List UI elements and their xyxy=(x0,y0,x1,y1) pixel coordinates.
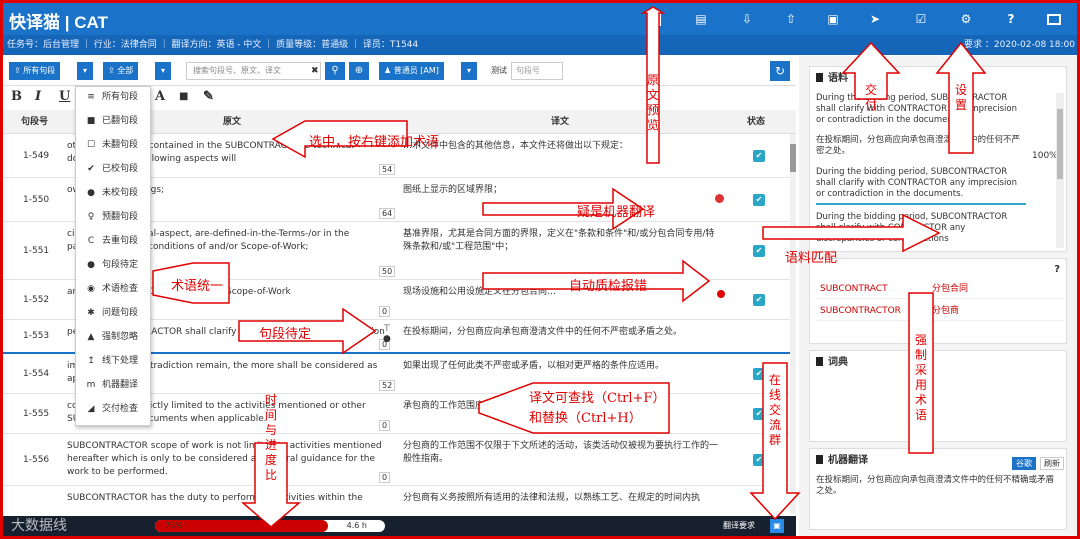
annotation: 强制采用术语 xyxy=(914,333,927,422)
annotation: 自动质检报错 xyxy=(569,279,648,294)
annotation: 句段待定 xyxy=(259,327,312,342)
annotation: 在线交流群 xyxy=(768,373,781,447)
annotation-overlay xyxy=(152,6,987,528)
annotation: 交付 xyxy=(864,83,877,112)
annotation: 时间与进度比 xyxy=(264,393,277,482)
annotation: 设置 xyxy=(954,83,967,112)
annotation: 术语统一 xyxy=(171,279,224,294)
annotation: 原文预览 xyxy=(646,73,659,132)
annotation: 译文可查找（Ctrl+F）和替换（Ctrl+H） xyxy=(529,391,659,426)
arrow-shape xyxy=(762,213,941,253)
annotation: 选中，按右键添加术语 xyxy=(309,135,440,150)
annotation: 疑是机器翻译 xyxy=(577,205,656,220)
annotation: 语料匹配 xyxy=(785,251,838,266)
screenshot-frame: 快译猫 | CAT ▤ ⇩ ⇧ ▣ ➤ ☑ ⚙ ? 任务号：后台管理 ｜ 行业：… xyxy=(0,0,1080,539)
